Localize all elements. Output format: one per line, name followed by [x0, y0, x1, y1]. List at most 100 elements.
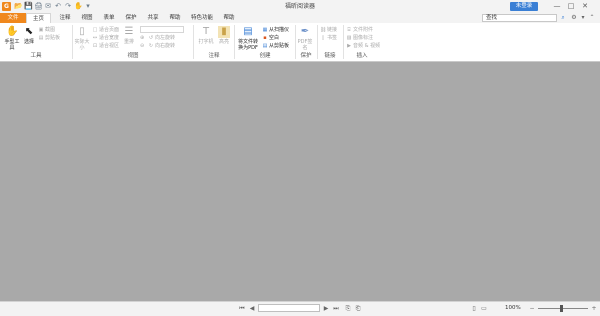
- close-button[interactable]: ✕: [580, 2, 590, 11]
- fit-page-icon: □: [92, 27, 98, 33]
- snapshot-button[interactable]: ▣ 截图: [38, 27, 55, 33]
- file-attachment-button[interactable]: ⌹ 文件附件: [346, 27, 373, 33]
- link-label: 链接: [327, 27, 338, 33]
- hand-tool-label: 手型工具: [4, 39, 20, 51]
- rotate-right-button[interactable]: ↻ 向右旋转: [148, 43, 175, 49]
- link-icon: ⛓: [320, 27, 327, 33]
- fit-width-button[interactable]: ↔ 适合宽度: [92, 35, 119, 41]
- from-clipboard-label: 从剪贴板: [269, 43, 290, 49]
- pdf-sign-label: PDF签名: [297, 39, 313, 51]
- search-icon[interactable]: ⌕: [559, 14, 567, 22]
- image-icon: ▨: [346, 35, 352, 41]
- blank-button[interactable]: ▪ 空白: [262, 35, 279, 41]
- settings-icon[interactable]: ⚙: [570, 14, 578, 22]
- next-page-button[interactable]: ▶: [322, 305, 330, 312]
- next-view-icon[interactable]: ⎗: [354, 305, 362, 312]
- link-button[interactable]: ⛓链接: [320, 27, 337, 33]
- snapshot-label: 截图: [45, 27, 56, 33]
- clipboard-button[interactable]: ▤ 剪贴板: [38, 35, 60, 41]
- first-page-button[interactable]: ⏮: [238, 305, 246, 312]
- fit-width-icon: ↔: [92, 35, 98, 41]
- bookmark-button[interactable]: ▯ 书签: [320, 35, 337, 41]
- maximize-button[interactable]: □: [566, 2, 576, 11]
- fit-page-button[interactable]: □ 适合页面: [92, 27, 119, 33]
- reflow-label: 重排: [123, 39, 134, 45]
- search-input[interactable]: 查找: [482, 14, 557, 22]
- pen-icon: ✒: [300, 26, 310, 37]
- rotate-right-label: 向右旋转: [155, 43, 176, 49]
- from-scanner-label: 从扫描仪: [269, 27, 290, 33]
- from-clipboard-button[interactable]: ▤ 从剪贴板: [262, 43, 289, 49]
- actual-size-button[interactable]: ▯ 实际大小: [74, 26, 90, 51]
- highlight-button[interactable]: ▮ 高亮: [216, 26, 232, 45]
- audio-video-label: 音频 & 视频: [353, 43, 381, 49]
- last-page-button[interactable]: ⏭: [332, 305, 340, 312]
- fit-visible-icon: ⊡: [92, 43, 98, 49]
- group-label-create: 创建: [259, 53, 271, 59]
- bookmark-icon: ▯: [321, 35, 325, 41]
- zoom-in-icon[interactable]: ⊕: [140, 35, 144, 41]
- blank-page-icon: ▪: [263, 35, 267, 41]
- reflow-button[interactable]: ☰ 重排: [122, 26, 136, 45]
- page-icon: ▯: [79, 26, 85, 37]
- file-to-pdf-icon: ▤: [243, 26, 253, 37]
- group-label-tools: 工具: [30, 53, 42, 59]
- convert-to-pdf-button[interactable]: ▤ 将文件转 换为PDF: [236, 26, 260, 51]
- fit-width-label: 适合宽度: [99, 35, 120, 41]
- pdf-sign-button[interactable]: ✒ PDF签名: [297, 26, 313, 51]
- rotate-left-icon: ↺: [148, 35, 154, 41]
- fit-page-label: 适合页面: [99, 27, 120, 33]
- tab-view[interactable]: 视图: [77, 13, 97, 23]
- scanner-icon: ▦: [262, 27, 268, 33]
- ribbon-collapse-icon[interactable]: ⌃: [588, 14, 596, 22]
- typewriter-button[interactable]: T 打字机: [198, 26, 214, 45]
- hand-icon: ✋: [6, 26, 19, 37]
- tab-form[interactable]: 表单: [99, 13, 119, 23]
- image-annotation-label: 图像标注: [353, 35, 374, 41]
- clipboard-pdf-icon: ▤: [262, 43, 268, 49]
- file-attachment-label: 文件附件: [353, 27, 374, 33]
- tab-protect[interactable]: 保护: [121, 13, 141, 23]
- typewriter-icon: T: [202, 26, 210, 37]
- rotate-right-icon: ↻: [148, 43, 154, 49]
- zoom-out-button[interactable]: −: [528, 305, 536, 312]
- attachment-icon: ⌹: [347, 27, 351, 33]
- chevron-down-icon[interactable]: ▾: [579, 14, 587, 22]
- hand-tool-button[interactable]: ✋ 手型工具: [4, 26, 20, 51]
- single-page-icon[interactable]: ▯: [470, 305, 478, 312]
- clipboard-label: 剪贴板: [45, 35, 61, 41]
- fit-visible-button[interactable]: ⊡ 适合视区: [92, 43, 119, 49]
- convert-to-pdf-label-2: 换为PDF: [238, 45, 258, 51]
- tab-file[interactable]: 文件: [0, 13, 26, 23]
- rotate-left-button[interactable]: ↺ 向左旋转: [148, 35, 175, 41]
- group-label-view: 视图: [127, 53, 139, 59]
- tab-help[interactable]: 帮助: [165, 13, 185, 23]
- tab-help-2[interactable]: 帮助: [219, 13, 239, 23]
- zoom-slider-track[interactable]: [538, 308, 588, 309]
- image-annotation-button[interactable]: ▨ 图像标注: [346, 35, 373, 41]
- clipboard-icon: ▤: [38, 35, 44, 41]
- zoom-out-icon[interactable]: ⊖: [140, 43, 144, 49]
- document-area[interactable]: [0, 62, 600, 301]
- tab-features[interactable]: 特色功能: [187, 13, 217, 23]
- select-label: 选择: [23, 39, 34, 45]
- group-label-comment: 注释: [208, 53, 220, 59]
- prev-page-button[interactable]: ◀: [248, 305, 256, 312]
- zoom-slider-thumb[interactable]: [560, 305, 563, 312]
- audio-video-button[interactable]: ▶ 音频 & 视频: [346, 43, 380, 49]
- zoom-in-button[interactable]: +: [590, 305, 598, 312]
- select-button[interactable]: ⬉ 选择: [22, 26, 36, 45]
- group-label-protect: 保护: [300, 53, 312, 59]
- tab-share[interactable]: 共享: [143, 13, 163, 23]
- continuous-page-icon[interactable]: ▭: [480, 305, 488, 312]
- login-button[interactable]: 未登录: [510, 2, 538, 11]
- minimize-button[interactable]: —: [552, 2, 562, 11]
- highlight-icon: ▮: [218, 26, 230, 38]
- zoom-level: 100%: [505, 305, 521, 311]
- zoom-select[interactable]: [140, 26, 184, 33]
- typewriter-label: 打字机: [198, 39, 214, 45]
- from-scanner-button[interactable]: ▦ 从扫描仪: [262, 27, 289, 33]
- previous-view-icon[interactable]: ⎘: [344, 305, 352, 312]
- page-number-input[interactable]: [258, 304, 320, 312]
- tab-comment[interactable]: 注释: [55, 13, 75, 23]
